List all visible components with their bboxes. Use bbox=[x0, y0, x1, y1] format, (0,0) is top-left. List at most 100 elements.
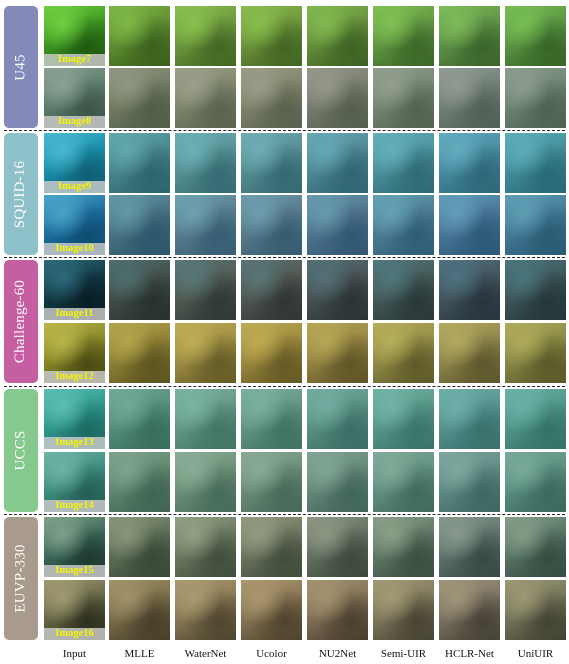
comparison-figure: U45 Image7 Image8 SQUID-16 Image9 Image10 Chal… bbox=[0, 0, 569, 664]
group-separator bbox=[4, 257, 565, 258]
image-id-label: Image8 bbox=[44, 116, 105, 128]
result-image-image7-ucolor bbox=[241, 6, 302, 66]
column-label-hclr-net: HCLR-Net bbox=[445, 648, 494, 660]
result-image-image15-uniuir bbox=[505, 517, 566, 577]
result-image-image9-semi-uir bbox=[373, 133, 434, 193]
result-image-image13-uniuir bbox=[505, 389, 566, 449]
result-image-image10-ucolor bbox=[241, 195, 302, 255]
result-image-image16-hclr-net bbox=[439, 580, 500, 640]
group-name: UCCS bbox=[12, 430, 29, 471]
group-label-u45: U45 bbox=[4, 6, 38, 128]
column-label-semi-uir: Semi-UIR bbox=[380, 648, 427, 660]
result-image-image9-hclr-net bbox=[439, 133, 500, 193]
image-id-label: Image16 bbox=[44, 628, 105, 640]
result-image-image14-semi-uir bbox=[373, 452, 434, 512]
group-separator bbox=[4, 130, 565, 131]
result-image-image11-nu2net bbox=[307, 260, 368, 320]
group-separator bbox=[4, 514, 565, 515]
result-image-image16-mlle bbox=[109, 580, 170, 640]
result-image-image13-hclr-net bbox=[439, 389, 500, 449]
result-image-image13-ucolor bbox=[241, 389, 302, 449]
result-image-image9-ucolor bbox=[241, 133, 302, 193]
result-image-image14-ucolor bbox=[241, 452, 302, 512]
group-name: U45 bbox=[12, 53, 29, 81]
result-image-image9-mlle bbox=[109, 133, 170, 193]
result-image-image14-mlle bbox=[109, 452, 170, 512]
result-image-image11-mlle bbox=[109, 260, 170, 320]
result-image-image16-input: Image16 bbox=[44, 580, 105, 640]
result-image-image15-semi-uir bbox=[373, 517, 434, 577]
result-image-image16-nu2net bbox=[307, 580, 368, 640]
result-image-image13-nu2net bbox=[307, 389, 368, 449]
result-image-image16-semi-uir bbox=[373, 580, 434, 640]
result-image-image11-ucolor bbox=[241, 260, 302, 320]
result-image-image14-uniuir bbox=[505, 452, 566, 512]
group-label-squid-16: SQUID-16 bbox=[4, 133, 38, 255]
result-image-image8-semi-uir bbox=[373, 68, 434, 128]
group-name: EUVP-330 bbox=[12, 544, 29, 613]
image-id-label: Image9 bbox=[44, 181, 105, 193]
image-id-label: Image14 bbox=[44, 500, 105, 512]
image-id-label: Image7 bbox=[44, 54, 105, 66]
result-image-image11-semi-uir bbox=[373, 260, 434, 320]
result-image-image8-input: Image8 bbox=[44, 68, 105, 128]
column-label-ucolor: Ucolor bbox=[256, 648, 287, 660]
result-image-image10-uniuir bbox=[505, 195, 566, 255]
result-image-image10-mlle bbox=[109, 195, 170, 255]
group-label-euvp-330: EUVP-330 bbox=[4, 517, 38, 640]
result-image-image7-mlle bbox=[109, 6, 170, 66]
result-image-image12-uniuir bbox=[505, 323, 566, 383]
result-image-image12-hclr-net bbox=[439, 323, 500, 383]
result-image-image8-nu2net bbox=[307, 68, 368, 128]
result-image-image7-hclr-net bbox=[439, 6, 500, 66]
image-id-label: Image13 bbox=[44, 437, 105, 449]
result-image-image11-input: Image11 bbox=[44, 260, 105, 320]
group-separator bbox=[4, 386, 565, 387]
group-name: SQUID-16 bbox=[12, 160, 29, 228]
result-image-image11-hclr-net bbox=[439, 260, 500, 320]
group-name: Challenge-60 bbox=[12, 279, 29, 364]
result-image-image12-waternet bbox=[175, 323, 236, 383]
result-image-image9-uniuir bbox=[505, 133, 566, 193]
result-image-image12-semi-uir bbox=[373, 323, 434, 383]
result-image-image10-hclr-net bbox=[439, 195, 500, 255]
image-id-label: Image15 bbox=[44, 565, 105, 577]
column-label-nu2net: NU2Net bbox=[318, 648, 357, 660]
result-image-image12-ucolor bbox=[241, 323, 302, 383]
result-image-image8-hclr-net bbox=[439, 68, 500, 128]
result-image-image14-hclr-net bbox=[439, 452, 500, 512]
result-image-image7-semi-uir bbox=[373, 6, 434, 66]
column-label-uniuir: UniUIR bbox=[517, 648, 554, 660]
result-image-image8-waternet bbox=[175, 68, 236, 128]
result-image-image7-uniuir bbox=[505, 6, 566, 66]
result-image-image7-nu2net bbox=[307, 6, 368, 66]
result-image-image9-waternet bbox=[175, 133, 236, 193]
result-image-image13-input: Image13 bbox=[44, 389, 105, 449]
result-image-image8-mlle bbox=[109, 68, 170, 128]
result-image-image8-ucolor bbox=[241, 68, 302, 128]
result-image-image14-input: Image14 bbox=[44, 452, 105, 512]
image-id-label: Image11 bbox=[44, 308, 105, 320]
result-image-image11-uniuir bbox=[505, 260, 566, 320]
result-image-image12-mlle bbox=[109, 323, 170, 383]
result-image-image13-mlle bbox=[109, 389, 170, 449]
result-image-image16-waternet bbox=[175, 580, 236, 640]
result-image-image10-waternet bbox=[175, 195, 236, 255]
result-image-image9-nu2net bbox=[307, 133, 368, 193]
image-id-label: Image10 bbox=[44, 243, 105, 255]
result-image-image15-hclr-net bbox=[439, 517, 500, 577]
column-label-waternet: WaterNet bbox=[184, 648, 227, 660]
group-label-uccs: UCCS bbox=[4, 389, 38, 512]
result-image-image10-semi-uir bbox=[373, 195, 434, 255]
result-image-image7-input: Image7 bbox=[44, 6, 105, 66]
result-image-image15-input: Image15 bbox=[44, 517, 105, 577]
result-image-image15-mlle bbox=[109, 517, 170, 577]
result-image-image16-uniuir bbox=[505, 580, 566, 640]
result-image-image15-nu2net bbox=[307, 517, 368, 577]
column-label-input: Input bbox=[62, 648, 87, 660]
result-image-image14-waternet bbox=[175, 452, 236, 512]
result-image-image7-waternet bbox=[175, 6, 236, 66]
result-image-image14-nu2net bbox=[307, 452, 368, 512]
result-image-image11-waternet bbox=[175, 260, 236, 320]
result-image-image10-nu2net bbox=[307, 195, 368, 255]
